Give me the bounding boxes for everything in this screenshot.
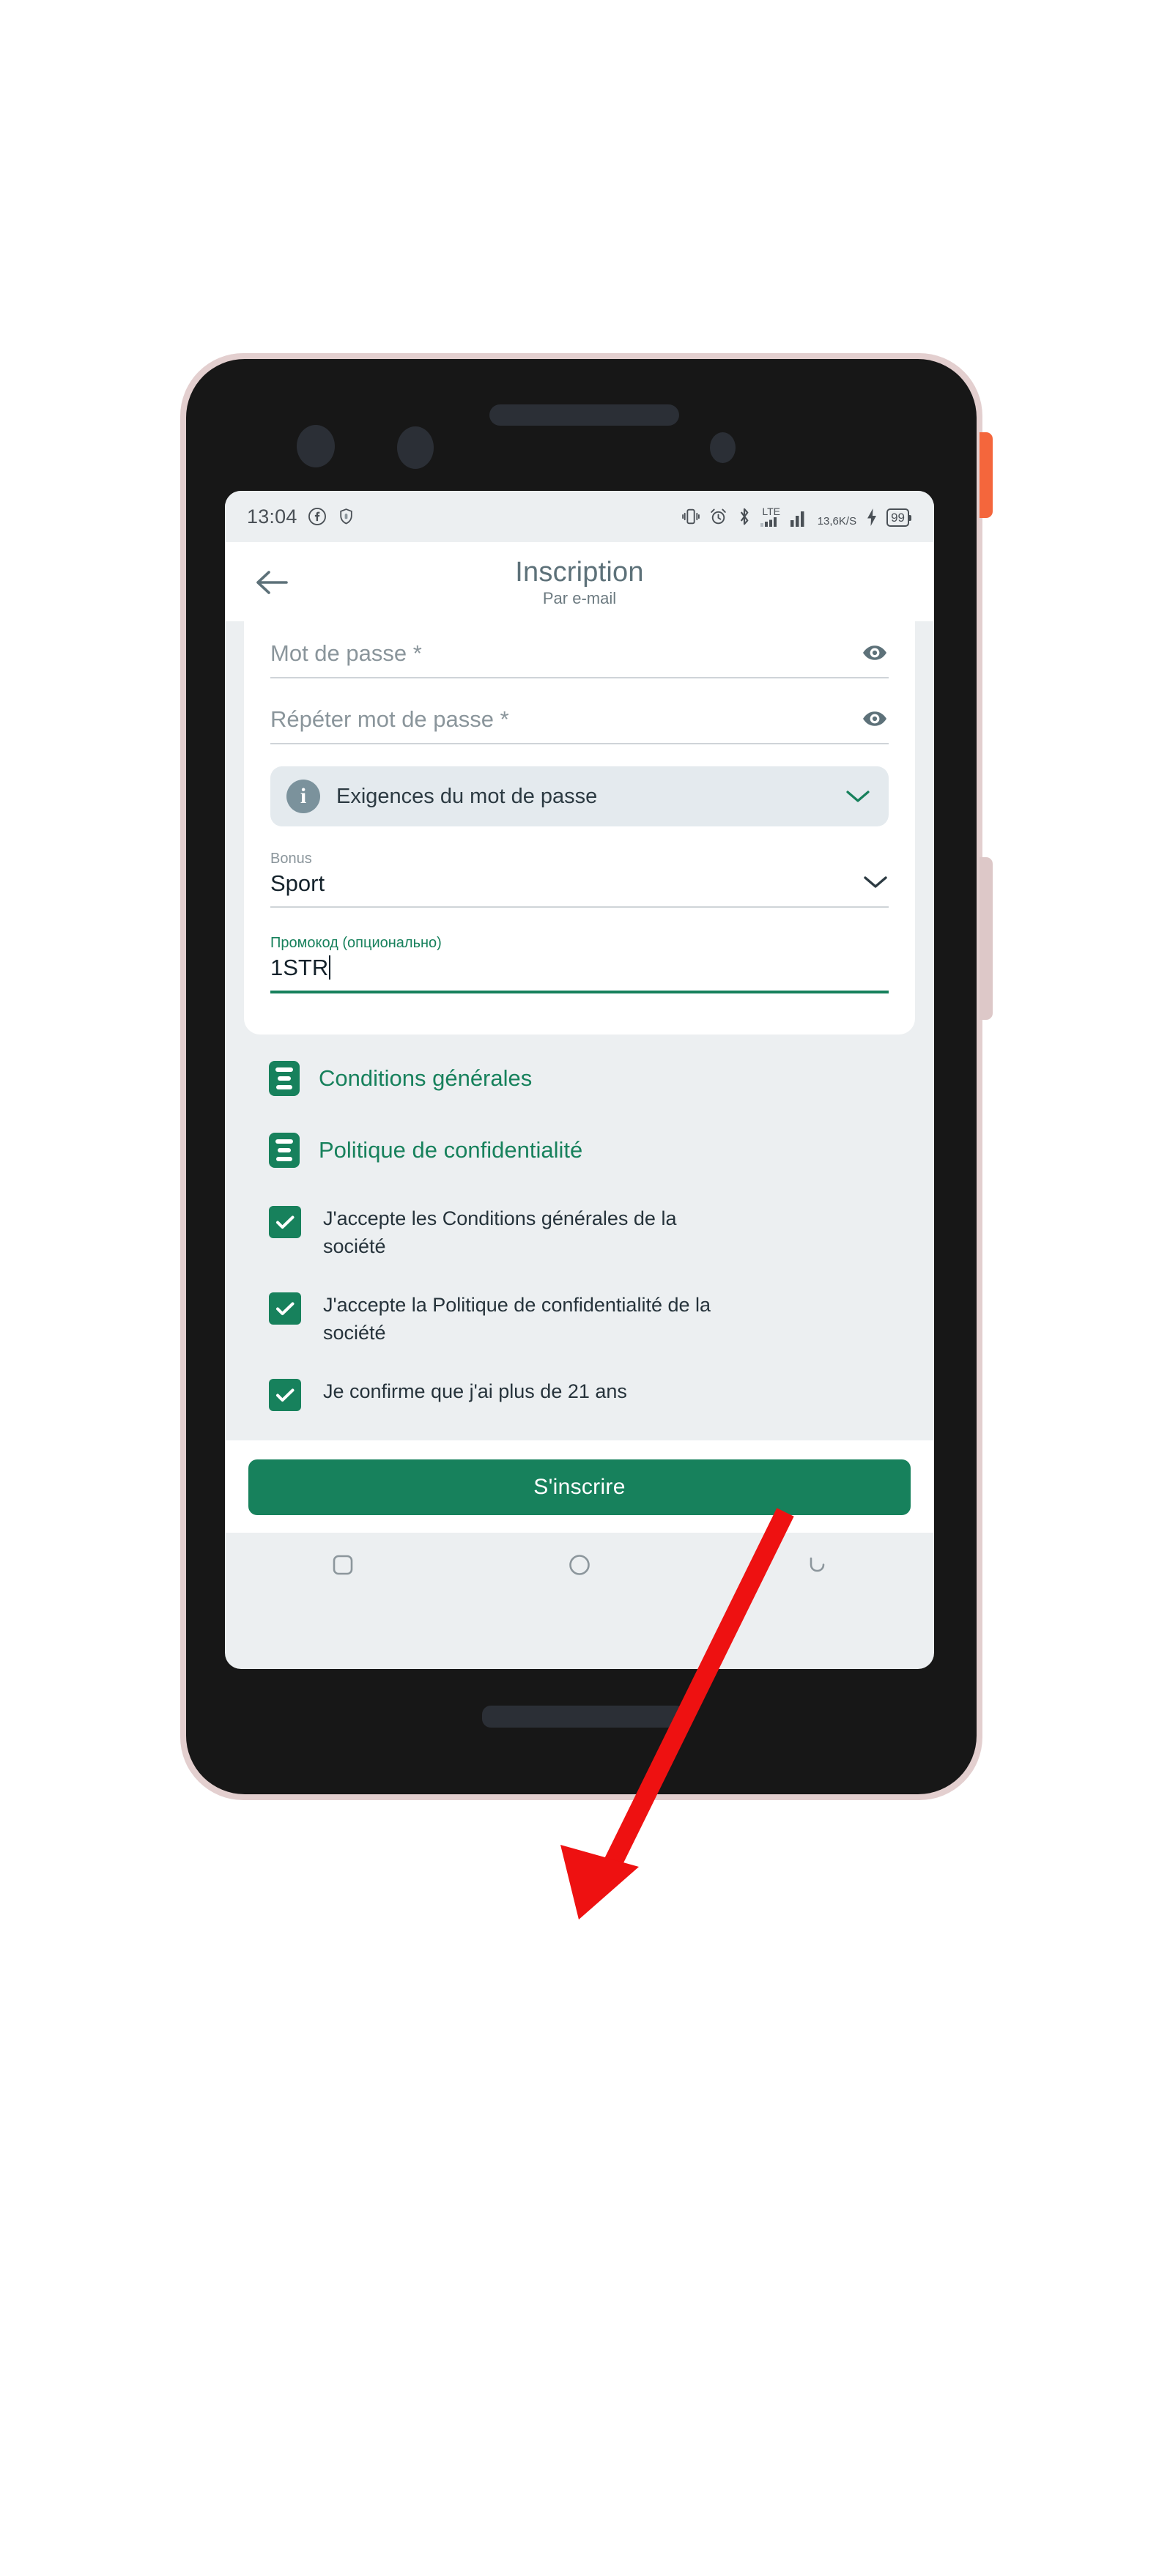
back-button[interactable]: [251, 566, 292, 599]
repeat-password-placeholder: Répéter mot de passe *: [270, 706, 509, 732]
recents-square-icon[interactable]: [321, 1543, 365, 1587]
shield-icon: [337, 507, 355, 526]
checkbox-age[interactable]: [269, 1379, 301, 1411]
status-bar-right: LTE 13,6 K/S 99: [673, 506, 911, 527]
bonus-field-group: Bonus Sport: [270, 826, 889, 908]
earpiece-speaker: [489, 404, 679, 426]
facebook-icon: [308, 507, 327, 526]
privacy-link[interactable]: Politique de confidentialité: [269, 1133, 890, 1168]
chevron-down-icon[interactable]: [862, 874, 889, 890]
bonus-label: Bonus: [270, 851, 312, 867]
repeat-password-field-group: Répéter mot de passe *: [270, 678, 889, 744]
checkbox-terms-label: J'accepte les Conditions générales de la…: [323, 1207, 677, 1257]
app-header: Inscription Par e-mail: [225, 542, 934, 621]
password-placeholder: Mot de passe *: [270, 640, 422, 666]
checkbox-privacy-label: J'accepte la Politique de confidentialit…: [323, 1294, 711, 1344]
header-texts: Inscription Par e-mail: [225, 556, 934, 608]
page-subtitle: Par e-mail: [542, 588, 617, 607]
repeat-password-field-row[interactable]: Répéter mot de passe *: [270, 705, 889, 744]
terms-link-label: Conditions générales: [319, 1065, 533, 1091]
light-sensor-icon: [710, 432, 736, 463]
page-title: Inscription: [515, 556, 644, 588]
password-field-group: Mot de passe *: [270, 626, 889, 678]
back-arrow-icon[interactable]: [794, 1543, 838, 1587]
status-bar-left: 13:04: [247, 506, 355, 528]
document-icon: [269, 1061, 300, 1096]
status-clock: 13:04: [247, 505, 297, 528]
checkbox-age-label: Je confirme que j'ai plus de 21 ans: [323, 1380, 627, 1402]
document-icon: [269, 1133, 300, 1168]
bonus-select[interactable]: Sport: [270, 870, 889, 908]
android-nav-bar: [225, 1533, 934, 1597]
signal-bars-icon: [790, 509, 810, 527]
eye-icon[interactable]: [861, 639, 889, 667]
promocode-input[interactable]: 1STR: [270, 954, 889, 993]
alarm-icon: [708, 506, 728, 527]
promocode-value: 1STR: [270, 954, 889, 982]
registration-form-card: Mot de passe * Répéter mot de passe * i …: [244, 621, 915, 1035]
data-speed-indicator: 13,6 K/S: [818, 516, 856, 527]
chevron-down-icon[interactable]: [845, 788, 871, 804]
promocode-label: Промокод (опционально): [270, 935, 442, 951]
checkbox-terms[interactable]: [269, 1206, 301, 1238]
text-caret: [329, 955, 331, 980]
info-icon: i: [286, 780, 320, 813]
privacy-link-label: Politique de confidentialité: [319, 1137, 583, 1163]
sensor-icon: [397, 426, 434, 469]
agreements-section: Conditions générales Politique de confid…: [225, 1035, 934, 1440]
power-button[interactable]: [980, 432, 993, 518]
battery-level: 99: [891, 511, 905, 525]
lte-signal-icon: LTE: [760, 506, 782, 527]
submit-bar: S'inscrire: [225, 1440, 934, 1533]
bluetooth-icon: [736, 506, 752, 527]
password-requirements-banner[interactable]: i Exigences du mot de passe: [270, 766, 889, 826]
password-field-row[interactable]: Mot de passe *: [270, 639, 889, 678]
home-circle-icon[interactable]: [558, 1543, 601, 1587]
battery-icon: 99: [886, 508, 911, 527]
phone-screen: 13:04 LTE 13,6 K/S 99 Inscription Par e-…: [225, 491, 934, 1669]
eye-icon[interactable]: [861, 705, 889, 733]
bottom-speaker-grille: [482, 1706, 685, 1728]
checkbox-row[interactable]: J'accepte la Politique de confidentialit…: [269, 1291, 890, 1347]
checkbox-row[interactable]: J'accepte les Conditions générales de la…: [269, 1204, 890, 1260]
front-camera-icon: [297, 425, 335, 467]
data-speed-unit: K/S: [838, 515, 857, 528]
promocode-field-group: Промокод (опционально) 1STR: [270, 908, 889, 993]
status-bar: 13:04 LTE 13,6 K/S 99: [225, 491, 934, 542]
vibrate-icon: [681, 506, 700, 527]
data-speed-value: 13,6: [817, 515, 839, 528]
lte-label: LTE: [762, 506, 780, 517]
register-button[interactable]: S'inscrire: [248, 1459, 911, 1515]
charging-bolt-icon: [864, 508, 879, 527]
volume-rocker[interactable]: [980, 857, 993, 1020]
checkbox-privacy[interactable]: [269, 1292, 301, 1325]
password-requirements-label: Exigences du mot de passe: [336, 784, 598, 808]
terms-link[interactable]: Conditions générales: [269, 1061, 890, 1096]
bonus-value: Sport: [270, 870, 325, 896]
checkbox-row[interactable]: Je confirme que j'ai plus de 21 ans: [269, 1377, 890, 1411]
